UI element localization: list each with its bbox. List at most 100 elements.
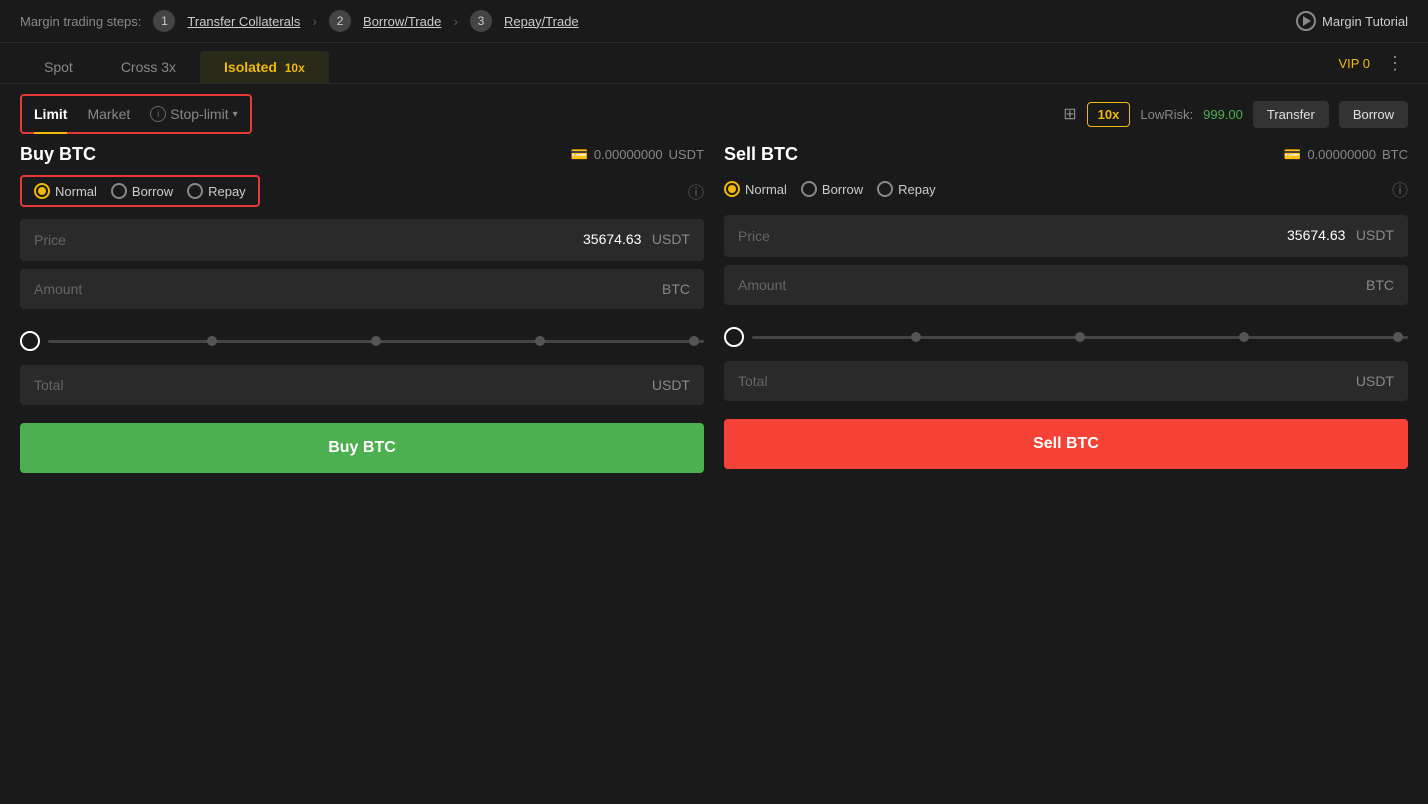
sell-total-label: Total [738,373,768,389]
buy-borrow-radio-outer [111,183,127,199]
buy-balance-info: 💳 0.00000000 USDT [570,146,704,163]
buy-amount-currency: BTC [662,281,690,297]
sell-price-field[interactable]: Price 35674.63 USDT [724,215,1408,257]
buy-total-label: Total [34,377,64,393]
main-content: Limit Market i Stop-limit ▾ ⊞ 10x LowRis… [0,84,1428,473]
buy-panel-header: Buy BTC 💳 0.00000000 USDT [20,144,704,165]
sell-normal-radio[interactable]: Normal [724,181,787,197]
sell-normal-radio-outer [724,181,740,197]
buy-balance-value: 0.00000000 [594,147,663,162]
buy-price-currency: USDT [652,231,690,247]
tab-spot[interactable]: Spot [20,51,97,83]
buy-slider-row[interactable] [20,317,704,365]
sell-price-value-group: 35674.63 USDT [1287,227,1394,245]
more-menu-button[interactable]: ⋮ [1382,53,1408,74]
sell-slider-track[interactable] [752,336,1408,339]
sell-slider-dot-25 [911,332,921,342]
limit-order-tab[interactable]: Limit [34,104,67,124]
step-1-link[interactable]: Transfer Collaterals [187,14,300,29]
buy-order-mode-row: Normal Borrow Repay ⓘ [20,175,704,207]
sell-total-currency: USDT [1356,373,1394,389]
vip-badge: VIP 0 [1338,56,1370,71]
buy-slider-dot-25 [207,336,217,346]
sell-order-mode-selector: Normal Borrow Repay [724,175,936,203]
buy-slider-dot-100 [689,336,699,346]
sell-repay-radio[interactable]: Repay [877,181,936,197]
sell-borrow-radio[interactable]: Borrow [801,181,863,197]
wallet-icon-sell: 💳 [1284,146,1301,163]
buy-order-mode-selector: Normal Borrow Repay [20,175,260,207]
step-2-number: 2 [329,10,351,32]
sell-balance-currency: BTC [1382,147,1408,162]
buy-info-icon[interactable]: ⓘ [688,179,704,203]
market-order-tab[interactable]: Market [87,104,130,124]
step-1-arrow: › [312,13,317,29]
top-bar: Margin trading steps: 1 Transfer Collate… [0,0,1428,43]
tutorial-label: Margin Tutorial [1322,14,1408,29]
buy-normal-radio-inner [38,187,46,195]
sell-balance-value: 0.00000000 [1307,147,1376,162]
lowrisk-value: 999.00 [1203,107,1243,122]
transfer-button[interactable]: Transfer [1253,101,1329,128]
buy-price-label: Price [34,232,66,248]
sell-amount-field[interactable]: Amount BTC [724,265,1408,305]
sell-total-field[interactable]: Total USDT [724,361,1408,401]
sell-btc-button[interactable]: Sell BTC [724,419,1408,469]
sell-slider-dot-100 [1393,332,1403,342]
sell-amount-label: Amount [738,277,786,293]
sell-slider-row[interactable] [724,313,1408,361]
lowrisk-label: LowRisk: [1140,107,1193,122]
buy-slider-dot-50 [371,336,381,346]
buy-repay-radio[interactable]: Repay [187,183,246,199]
sell-price-label: Price [738,228,770,244]
sell-panel-header: Sell BTC 💳 0.00000000 BTC [724,144,1408,165]
buy-repay-radio-outer [187,183,203,199]
borrow-button[interactable]: Borrow [1339,101,1408,128]
buy-price-value: 35674.63 [583,231,641,247]
buy-total-field[interactable]: Total USDT [20,365,704,405]
tab-bar: Spot Cross 3x Isolated 10x VIP 0 ⋮ [0,43,1428,84]
sell-slider-dot-75 [1239,332,1249,342]
buy-total-currency: USDT [652,377,690,393]
buy-price-value-group: 35674.63 USDT [583,231,690,249]
calculator-icon[interactable]: ⊞ [1063,104,1076,124]
sell-panel: Sell BTC 💳 0.00000000 BTC Normal [724,144,1408,473]
buy-price-field[interactable]: Price 35674.63 USDT [20,219,704,261]
buy-normal-radio[interactable]: Normal [34,183,97,199]
buy-panel-title: Buy BTC [20,144,96,165]
sell-slider-handle[interactable] [724,327,744,347]
buy-amount-field[interactable]: Amount BTC [20,269,704,309]
play-icon [1296,11,1316,31]
buy-normal-radio-outer [34,183,50,199]
right-controls: ⊞ 10x LowRisk: 999.00 Transfer Borrow [1063,101,1408,128]
leverage-button[interactable]: 10x [1087,102,1131,127]
stop-limit-chevron-icon: ▾ [233,109,238,120]
sell-borrow-radio-outer [801,181,817,197]
buy-panel: Buy BTC 💳 0.00000000 USDT Normal [20,144,704,473]
sell-info-icon[interactable]: ⓘ [1392,177,1408,201]
wallet-icon-buy: 💳 [570,146,587,163]
buy-amount-label: Amount [34,281,82,297]
sell-price-value: 35674.63 [1287,227,1345,243]
sell-normal-radio-inner [728,185,736,193]
buy-slider-dot-75 [535,336,545,346]
sell-amount-currency: BTC [1366,277,1394,293]
sell-repay-radio-outer [877,181,893,197]
sell-price-currency: USDT [1356,227,1394,243]
tab-right-controls: VIP 0 ⋮ [1338,53,1408,82]
step-2-arrow: › [453,13,458,29]
order-type-selector: Limit Market i Stop-limit ▾ [20,94,252,134]
step-3-link[interactable]: Repay/Trade [504,14,579,29]
tab-isolated[interactable]: Isolated 10x [200,51,329,83]
sell-panel-title: Sell BTC [724,144,798,165]
stop-limit-tab[interactable]: i Stop-limit ▾ [150,106,237,122]
tab-cross[interactable]: Cross 3x [97,51,200,83]
buy-borrow-radio[interactable]: Borrow [111,183,173,199]
sell-order-mode-row: Normal Borrow Repay ⓘ [724,175,1408,203]
buy-slider-handle[interactable] [20,331,40,351]
tutorial-button[interactable]: Margin Tutorial [1296,11,1408,31]
step-2-link[interactable]: Borrow/Trade [363,14,441,29]
buy-balance-currency: USDT [669,147,704,162]
buy-slider-track[interactable] [48,340,704,343]
buy-btc-button[interactable]: Buy BTC [20,423,704,473]
